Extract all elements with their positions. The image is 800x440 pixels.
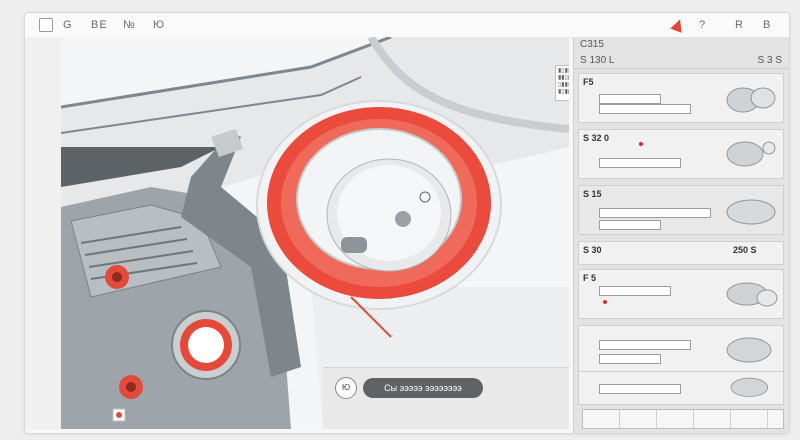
flag-icon[interactable] xyxy=(670,17,686,33)
panel-title: C315 xyxy=(580,39,604,50)
panel-tab[interactable] xyxy=(694,410,731,428)
list-item[interactable] xyxy=(578,371,784,405)
list-item[interactable]: S 32 0 xyxy=(578,129,784,179)
list-item[interactable]: F5 xyxy=(578,73,784,123)
app-icon[interactable] xyxy=(39,18,53,32)
card-label: F5 xyxy=(583,77,594,87)
part-thumbnail-icon xyxy=(726,199,776,225)
panel-subtitle: S 130 L S 3 S xyxy=(574,53,789,69)
part-thumbnail-icon xyxy=(726,87,776,113)
viewport-bottom-bar: Ю Сы эээээ ээээээээ xyxy=(323,367,569,429)
card-label-right: 250 S xyxy=(733,245,757,255)
app-window: G ВЕ № Ю ? R B ▮▯▮ ▮▮▯ ▯▮▮ ▮▯▮ Ю Сы ээээ… xyxy=(24,12,790,434)
toolbar-right-item-2[interactable]: R xyxy=(735,18,744,32)
part-thumbnail-icon xyxy=(730,377,769,397)
panel-tab-row[interactable] xyxy=(582,409,784,429)
status-dot xyxy=(639,142,643,146)
part-thumbnail-icon xyxy=(726,337,772,363)
list-item[interactable]: S 30 250 S xyxy=(578,241,784,265)
card-label: F 5 xyxy=(583,273,597,283)
card-label: S 15 xyxy=(583,189,602,199)
card-bar xyxy=(599,158,681,168)
3d-viewport[interactable]: ▮▯▮▯▮▮▮▯▮▮▯▮▮▯▮▮▯▮▮▯ Ю Сы эээээ ээээээээ xyxy=(61,37,569,429)
panel-sub-left: S 130 L xyxy=(580,55,615,66)
card-bar xyxy=(599,286,671,296)
card-label: S 30 250 S xyxy=(583,245,757,255)
panel-tab[interactable] xyxy=(657,410,694,428)
card-bar xyxy=(599,354,661,364)
panel-tab[interactable] xyxy=(620,410,657,428)
list-item[interactable]: F 5 xyxy=(578,269,784,319)
mini-table: ▮▯▮▯▮▮▮▯▮▮▯▮▮▯▮▮▯▮▮▯ xyxy=(555,65,569,101)
right-panel: C315 S 130 L S 3 S F5 S 32 0 S 15 S 30 2… xyxy=(573,37,789,433)
card-bar xyxy=(599,220,661,230)
toolbar-item-3[interactable]: № xyxy=(123,18,136,32)
card-label-left: S 30 xyxy=(583,245,602,255)
status-dot xyxy=(603,300,607,304)
toolbar-item-2[interactable]: ВЕ xyxy=(91,18,108,32)
panel-tab[interactable] xyxy=(731,410,768,428)
card-bar xyxy=(599,340,691,350)
top-toolbar: G ВЕ № Ю ? R B xyxy=(25,13,789,38)
card-bar xyxy=(599,94,661,104)
list-item[interactable] xyxy=(578,325,784,375)
card-bar xyxy=(599,104,691,114)
status-pill[interactable]: Сы эээээ ээээээээ xyxy=(363,378,483,398)
toolbar-item-1[interactable]: G xyxy=(63,18,73,32)
panel-tab[interactable] xyxy=(583,410,620,428)
card-label: S 32 0 xyxy=(583,133,610,143)
part-thumbnail-icon xyxy=(726,282,778,307)
card-bar xyxy=(599,208,711,218)
list-item[interactable]: S 15 xyxy=(578,185,784,235)
card-bar xyxy=(599,384,681,394)
part-thumbnail-icon xyxy=(726,141,776,167)
status-round-button[interactable]: Ю xyxy=(335,377,357,399)
help-icon[interactable]: ? xyxy=(699,18,706,32)
panel-sub-right: S 3 S xyxy=(757,55,782,66)
toolbar-item-4[interactable]: Ю xyxy=(153,18,165,32)
left-gutter xyxy=(25,37,62,429)
toolbar-right-item-3[interactable]: B xyxy=(763,18,771,32)
